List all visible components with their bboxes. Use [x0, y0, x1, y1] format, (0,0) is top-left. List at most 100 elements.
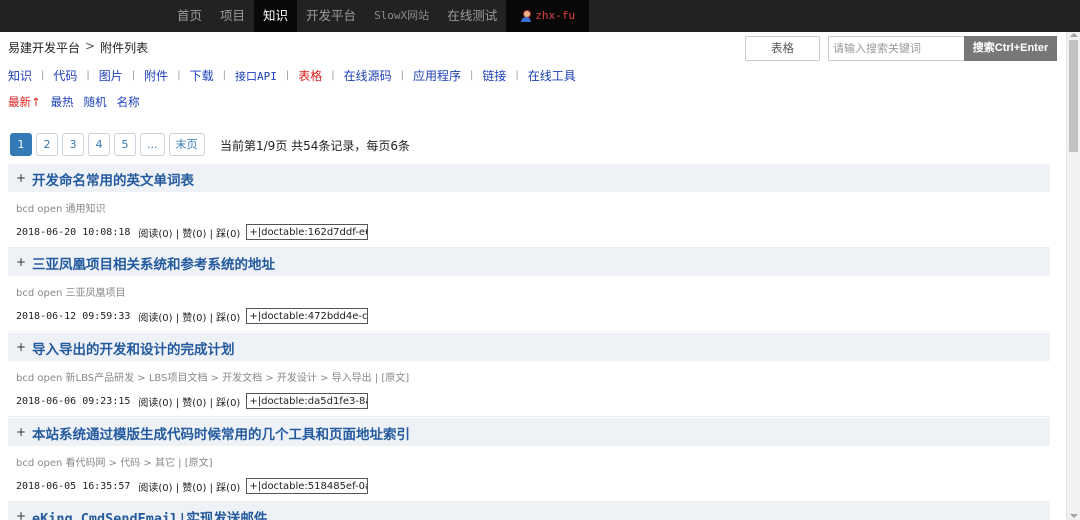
list-item-header: + 本站系统通过模版生成代码时候常用的几个工具和页面地址索引 — [8, 418, 1050, 446]
category-divider: | — [86, 70, 90, 81]
list-item: + 开发命名常用的英文单词表 bcd open 通用知识 2018-06-20 … — [8, 164, 1050, 248]
page-ellipsis-button[interactable]: ... — [140, 133, 165, 156]
list-item-header: + 三亚凤凰项目相关系统和参考系统的地址 — [8, 248, 1050, 276]
category-divider: | — [515, 70, 519, 81]
expand-icon[interactable]: + — [16, 340, 26, 354]
article-title[interactable]: 三亚凤凰项目相关系统和参考系统的地址 — [32, 253, 275, 273]
article-stats: 阅读(0) | 赞(0) | 踩(0) — [138, 482, 241, 494]
scroll-up-icon[interactable] — [1070, 33, 1078, 37]
article-timestamp: 2018-06-12 09:59:33 — [16, 310, 131, 322]
sort-name[interactable]: 名称 — [117, 94, 140, 110]
row-divider — [8, 331, 1050, 332]
top-navbar: 首页 项目 知识 开发平台 SlowX网站 在线测试 zhx-fu — [0, 0, 1080, 32]
breadcrumb-separator: > — [85, 39, 96, 53]
page-2-button[interactable]: 2 — [36, 133, 58, 156]
category-images[interactable]: 图片 — [99, 67, 123, 84]
list-item: + eKing.CmdSendEmail|实现发送邮件 — [8, 502, 1050, 520]
page-5-button[interactable]: 5 — [114, 133, 136, 156]
pagination: 1 2 3 4 5 ... 末页 — [10, 133, 205, 156]
expand-icon[interactable]: + — [16, 425, 26, 439]
row-divider — [8, 416, 1050, 417]
article-path: bcd open 看代码网 > 代码 > 其它 | [原文] — [16, 458, 213, 469]
page-1-button[interactable]: 1 — [10, 133, 32, 156]
article-meta: 2018-06-06 09:23:15 阅读(0) | 赞(0) | 踩(0) — [16, 393, 369, 409]
article-title[interactable]: 开发命名常用的英文单词表 — [32, 169, 194, 189]
category-applications[interactable]: 应用程序 — [413, 67, 461, 84]
article-meta: 2018-06-05 16:35:57 阅读(0) | 赞(0) | 踩(0) — [16, 478, 369, 494]
breadcrumb: 易建开发平台 > 附件列表 — [8, 39, 148, 56]
doctable-field[interactable] — [246, 478, 369, 494]
article-path: bcd open 新LBS产品研发 > LBS项目文档 > 开发文档 > 开发设… — [16, 373, 410, 384]
article-timestamp: 2018-06-05 16:35:57 — [16, 480, 131, 492]
expand-icon[interactable]: + — [16, 171, 26, 185]
user-name: zhx-fu — [535, 9, 575, 22]
scroll-down-icon[interactable] — [1070, 514, 1078, 518]
list-item-header: + eKing.CmdSendEmail|实现发送邮件 — [8, 502, 1050, 520]
list-item-header: + 导入导出的开发和设计的完成计划 — [8, 333, 1050, 361]
category-divider: | — [470, 70, 474, 81]
category-divider: | — [41, 70, 45, 81]
list-item: + 三亚凤凰项目相关系统和参考系统的地址 bcd open 三亚凤凰项目 201… — [8, 248, 1050, 332]
category-divider: | — [131, 70, 136, 81]
article-title[interactable]: 导入导出的开发和设计的完成计划 — [32, 338, 235, 358]
pagination-info: 当前第1/9页 共54条记录，每页6条 — [220, 139, 411, 153]
search-input[interactable] — [828, 36, 964, 61]
article-meta: 2018-06-20 10:08:18 阅读(0) | 赞(0) | 踩(0) — [16, 224, 369, 240]
nav-slowx-site[interactable]: SlowX网站 — [365, 0, 438, 32]
category-online-source[interactable]: 在线源码 — [344, 67, 392, 84]
nav-projects[interactable]: 项目 — [211, 0, 254, 32]
category-divider: | — [285, 70, 290, 81]
expand-icon[interactable]: + — [16, 509, 26, 520]
article-timestamp: 2018-06-06 09:23:15 — [16, 395, 131, 407]
article-stats: 阅读(0) | 赞(0) | 踩(0) — [138, 312, 241, 324]
category-downloads[interactable]: 下载 — [190, 67, 214, 84]
list-item: + 导入导出的开发和设计的完成计划 bcd open 新LBS产品研发 > LB… — [8, 333, 1050, 417]
category-divider: | — [331, 70, 335, 81]
article-path: bcd open 三亚凤凰项目 — [16, 288, 126, 299]
sort-options: 最新↑ 最热 随机 名称 — [8, 94, 140, 110]
category-divider: | — [177, 70, 181, 81]
article-stats: 阅读(0) | 赞(0) | 踩(0) — [138, 397, 241, 409]
category-links: 知识 | 代码 | 图片 | 附件 | 下载 | 接口API | 表格 | 在线… — [8, 67, 576, 84]
category-attachments[interactable]: 附件 — [144, 67, 168, 84]
breadcrumb-root[interactable]: 易建开发平台 — [8, 39, 80, 56]
search-type-button[interactable]: 表格 — [745, 36, 820, 61]
article-title[interactable]: 本站系统通过模版生成代码时候常用的几个工具和页面地址索引 — [32, 423, 410, 443]
search-button[interactable]: 搜索Ctrl+Enter — [964, 36, 1057, 61]
user-avatar-icon — [520, 10, 532, 22]
article-stats: 阅读(0) | 赞(0) | 踩(0) — [138, 228, 241, 240]
sort-hottest[interactable]: 最热 — [51, 94, 74, 110]
article-title[interactable]: eKing.CmdSendEmail|实现发送邮件 — [32, 507, 267, 520]
nav-home[interactable]: 首页 — [168, 0, 211, 32]
page-4-button[interactable]: 4 — [88, 133, 110, 156]
list-item: + 本站系统通过模版生成代码时候常用的几个工具和页面地址索引 bcd open … — [8, 418, 1050, 502]
last-page-button[interactable]: 末页 — [168, 133, 205, 156]
category-knowledge[interactable]: 知识 — [8, 67, 32, 84]
page-3-button[interactable]: 3 — [62, 133, 84, 156]
nav-user-menu[interactable]: zhx-fu — [506, 0, 589, 32]
article-path: bcd open 通用知识 — [16, 204, 106, 215]
sort-newest[interactable]: 最新↑ — [8, 94, 41, 110]
main-nav: 首页 项目 知识 开发平台 SlowX网站 在线测试 zhx-fu — [168, 0, 589, 32]
article-timestamp: 2018-06-20 10:08:18 — [16, 226, 131, 238]
scrollbar-thumb[interactable] — [1069, 40, 1078, 152]
page-scrollbar[interactable] — [1066, 32, 1080, 520]
nav-online-test[interactable]: 在线测试 — [438, 0, 506, 32]
doctable-field[interactable] — [246, 224, 369, 240]
category-code[interactable]: 代码 — [53, 67, 77, 84]
category-online-tools[interactable]: 在线工具 — [528, 67, 576, 84]
category-links[interactable]: 链接 — [482, 67, 506, 84]
doctable-field[interactable] — [246, 308, 369, 324]
category-divider: | — [222, 70, 226, 81]
list-item-header: + 开发命名常用的英文单词表 — [8, 164, 1050, 192]
nav-dev-platform[interactable]: 开发平台 — [297, 0, 365, 32]
doctable-field[interactable] — [246, 393, 369, 409]
expand-icon[interactable]: + — [16, 255, 26, 269]
article-meta: 2018-06-12 09:59:33 阅读(0) | 赞(0) | 踩(0) — [16, 308, 369, 324]
category-api[interactable]: 接口API — [235, 68, 277, 84]
breadcrumb-current: 附件列表 — [100, 41, 149, 55]
category-divider: | — [400, 70, 404, 81]
nav-knowledge[interactable]: 知识 — [254, 0, 298, 32]
sort-random[interactable]: 随机 — [84, 94, 107, 110]
category-tables[interactable]: 表格 — [298, 67, 322, 84]
